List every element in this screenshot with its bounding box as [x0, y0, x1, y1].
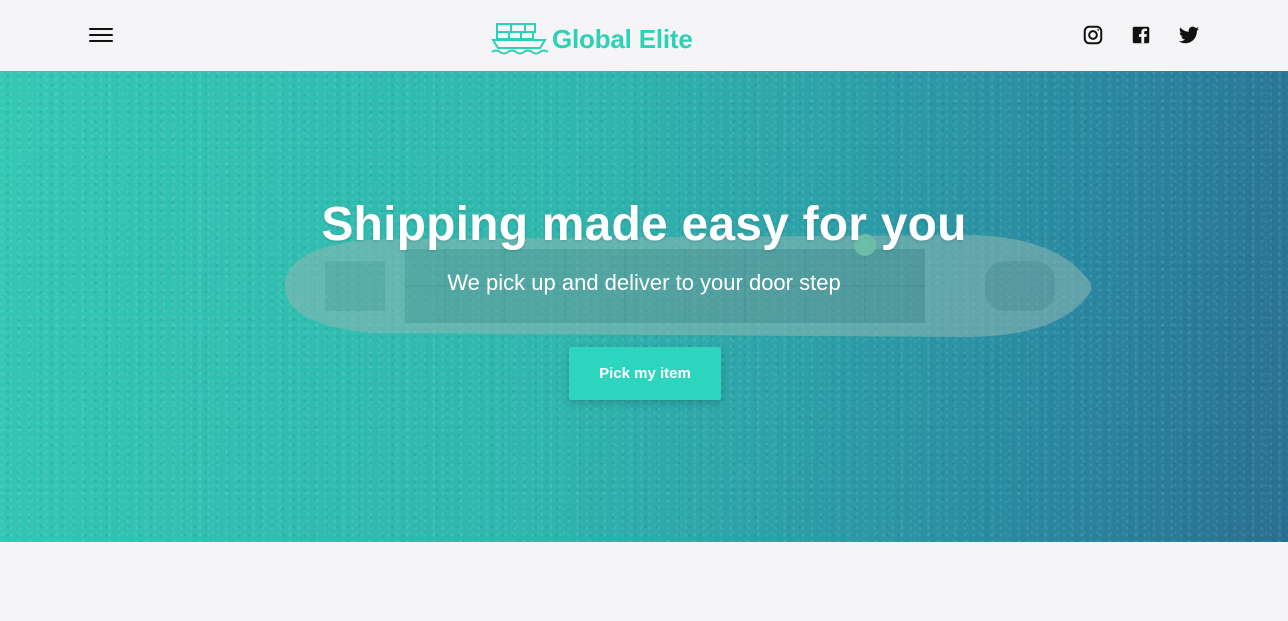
hero-banner: Shipping made easy for you We pick up an…: [0, 71, 1288, 542]
social-links: [1082, 24, 1200, 46]
facebook-icon[interactable]: [1130, 24, 1152, 46]
twitter-icon[interactable]: [1178, 24, 1200, 46]
brand-logo-link[interactable]: Global Elite: [490, 20, 693, 58]
hamburger-menu-icon[interactable]: [86, 22, 116, 48]
hero-content: Shipping made easy for you We pick up an…: [0, 71, 1288, 542]
hero-subtitle: We pick up and deliver to your door step: [447, 270, 841, 295]
hero-title: Shipping made easy for you: [321, 198, 967, 251]
instagram-icon[interactable]: [1082, 24, 1104, 46]
brand-name: Global Elite: [552, 23, 693, 54]
cargo-ship-icon: [491, 23, 548, 55]
top-navbar: Global Elite: [0, 0, 1288, 71]
pick-my-item-button[interactable]: Pick my item: [569, 347, 721, 400]
